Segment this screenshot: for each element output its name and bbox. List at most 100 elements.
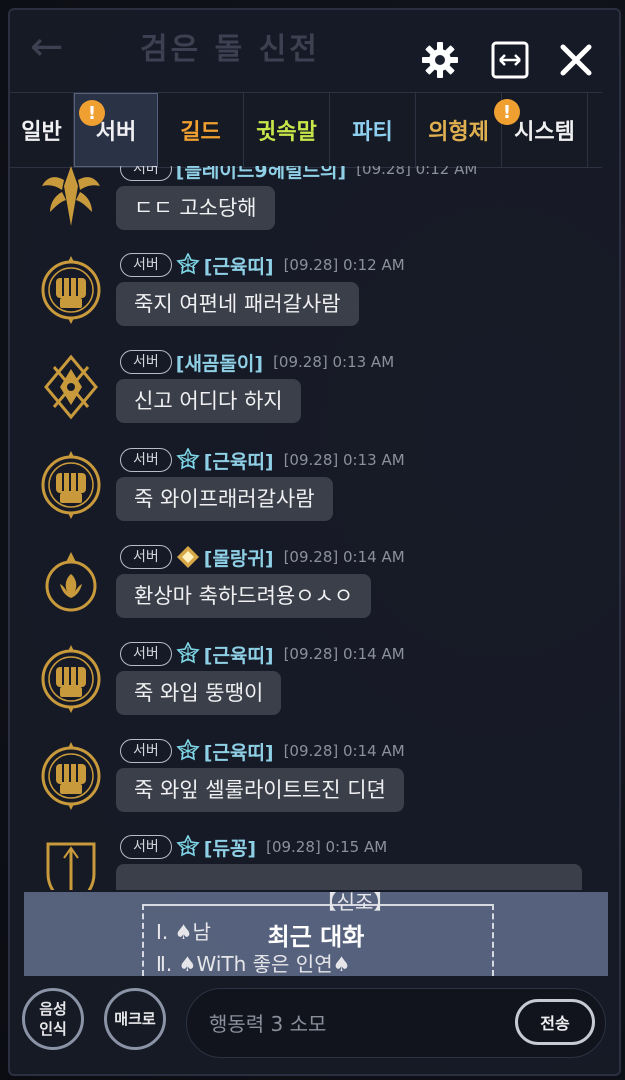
back-arrow-icon[interactable]: ← [30, 24, 64, 70]
chat-message[interactable]: 서버 [몰랑귀] [09.28] 0:14 AM 환상마 축하드려용ㅇㅅㅇ [14, 544, 604, 642]
sender-name[interactable]: [근육띠] [204, 252, 274, 279]
server-badge: 서버 [120, 545, 172, 569]
chat-message[interactable]: 서버 [근육띠] [09.28] 0:13 AM 죽 와이프래러갈사람 [14, 447, 604, 545]
message-timestamp: [09.28] 0:14 AM [283, 548, 405, 566]
notice-title: 【신조】 [316, 890, 394, 914]
message-bubble: 죽 와잎 셀룰라이트트진 디뎐 [116, 768, 404, 812]
chat-message-list[interactable]: 서버 [블레이드9헤럴드의] [09.28] 0:12 AM ㄷㄷ 고소당해 서버 [… [14, 166, 604, 890]
message-meta: 서버 [근육띠] [09.28] 0:13 AM [120, 447, 405, 473]
send-label: 전송 [540, 1014, 570, 1033]
recent-conversation-label: 최근 대화 [267, 922, 365, 951]
tab-label: 의형제 [428, 120, 489, 145]
shield-emblem-icon[interactable] [36, 834, 106, 890]
sender-name[interactable]: [몰랑귀] [204, 544, 274, 571]
notice-line-1: Ⅰ. ♠남 [156, 920, 211, 944]
server-badge: 서버 [120, 739, 172, 763]
close-button[interactable] [554, 38, 598, 82]
message-meta: 서버 [듀꽁] [09.28] 0:15 AM [120, 834, 387, 860]
tab-alert-badge: ! [494, 99, 520, 125]
fist-emblem-icon[interactable] [36, 252, 106, 332]
chat-input[interactable] [207, 1003, 501, 1045]
message-bubble: 죽 와입 뚱땡이 [116, 671, 282, 715]
chat-channel-tabs: 일반 서버! 길드 귓속말 파티 의형제 시스템! [10, 92, 602, 168]
dragon-emblem-icon[interactable] [36, 166, 106, 236]
tab-5[interactable]: 의형제 [416, 93, 502, 167]
chat-message[interactable]: 서버 [블레이드9헤럴드의] [09.28] 0:12 AM ㄷㄷ 고소당해 [14, 166, 604, 254]
message-timestamp: [09.28] 0:12 AM [283, 256, 405, 274]
settings-button[interactable] [418, 38, 462, 82]
message-timestamp: [09.28] 0:12 AM [356, 166, 478, 178]
fist-emblem-icon[interactable] [36, 738, 106, 818]
message-timestamp: [09.28] 0:13 AM [273, 353, 395, 371]
sender-name[interactable]: [근육띠] [204, 641, 274, 668]
message-timestamp: [09.28] 0:13 AM [283, 451, 405, 469]
sender-name[interactable]: [새곰돌이] [176, 349, 263, 376]
voice-recognition-button[interactable]: 음성 인식 [22, 988, 84, 1050]
crystal-rank-icon [176, 253, 200, 277]
crystal-rank-icon [176, 448, 200, 472]
flower-emblem-icon[interactable] [36, 544, 106, 624]
message-bubble: 환상마 축하드려용ㅇㅅㅇ [116, 574, 372, 618]
sender-name[interactable]: [블레이드9헤럴드의] [176, 166, 346, 183]
tab-3[interactable]: 귓속말 [244, 93, 330, 167]
server-badge: 서버 [120, 835, 172, 859]
message-meta: 서버 [근육띠] [09.28] 0:14 AM [120, 641, 405, 667]
server-badge: 서버 [120, 350, 172, 374]
tab-label: 일반 [21, 120, 62, 145]
server-badge: 서버 [120, 642, 172, 666]
crossed-blades-emblem-icon[interactable] [36, 349, 106, 429]
chat-message[interactable]: 서버 [근육띠] [09.28] 0:14 AM 죽 와입 뚱땡이 [14, 641, 604, 739]
gold-diamond-rank-icon [176, 545, 200, 569]
tab-0[interactable]: 일반 [10, 93, 74, 167]
chat-input-bar: 음성 인식 매크로 전송 [8, 978, 621, 1076]
page-title: 검은 돌 신전 [140, 32, 320, 67]
tab-label: 파티 [352, 120, 393, 145]
chat-message[interactable]: 서버 [새곰돌이] [09.28] 0:13 AM 신고 어디다 하지 [14, 349, 604, 447]
expand-button[interactable] [488, 38, 532, 82]
tab-6[interactable]: 시스템! [494, 93, 588, 167]
chat-message[interactable]: 서버 [듀꽁] [09.28] 0:15 AM [14, 834, 604, 890]
message-meta: 서버 [근육띠] [09.28] 0:14 AM [120, 738, 405, 764]
notice-line-2: Ⅱ. ♠WiTh 좋은 인연♠ [156, 952, 351, 976]
tab-alert-badge: ! [79, 100, 105, 126]
tab-label: 시스템 [514, 120, 575, 145]
tab-label: 길드 [180, 120, 221, 145]
message-timestamp: [09.28] 0:14 AM [283, 742, 405, 760]
message-bubble: 죽지 여편네 패러갈사람 [116, 282, 359, 326]
message-bubble: 신고 어디다 하지 [116, 379, 301, 423]
tab-2[interactable]: 길드 [158, 93, 244, 167]
tab-1[interactable]: 서버! [74, 93, 158, 167]
server-badge: 서버 [120, 448, 172, 472]
chat-message[interactable]: 서버 [근육띠] [09.28] 0:12 AM 죽지 여편네 패러갈사람 [14, 252, 604, 350]
sender-name[interactable]: [듀꽁] [204, 834, 256, 861]
message-timestamp: [09.28] 0:14 AM [283, 645, 405, 663]
chat-input-wrapper: 전송 [186, 988, 606, 1058]
macro-button[interactable]: 매크로 [104, 988, 166, 1050]
message-meta: 서버 [몰랑귀] [09.28] 0:14 AM [120, 544, 405, 570]
crystal-rank-icon [176, 642, 200, 666]
voice-label-line1: 음성 [39, 1000, 67, 1018]
tab-label: 귓속말 [256, 120, 317, 145]
message-bubble: 죽 와이프래러갈사람 [116, 477, 333, 521]
close-icon [560, 44, 592, 76]
message-timestamp: [09.28] 0:15 AM [266, 838, 388, 856]
crystal-rank-icon [176, 739, 200, 763]
gear-icon [422, 42, 458, 78]
fist-emblem-icon[interactable] [36, 447, 106, 527]
fist-emblem-icon[interactable] [36, 641, 106, 721]
server-badge: 서버 [120, 253, 172, 277]
send-button[interactable]: 전송 [515, 999, 595, 1045]
recent-conversation-bar[interactable]: 【신조】 Ⅰ. ♠남 Ⅱ. ♠WiTh 좋은 인연♠ 최근 대화 [24, 890, 608, 976]
sender-name[interactable]: [근육띠] [204, 738, 274, 765]
message-meta: 서버 [새곰돌이] [09.28] 0:13 AM [120, 349, 394, 375]
sender-name[interactable]: [근육띠] [204, 447, 274, 474]
chat-message[interactable]: 서버 [근육띠] [09.28] 0:14 AM 죽 와잎 셀룰라이트트진 디뎐 [14, 738, 604, 836]
server-badge: 서버 [120, 166, 172, 181]
crystal-rank-icon [176, 835, 200, 859]
macro-label: 매크로 [114, 1010, 156, 1028]
expand-horizontal-icon [491, 41, 529, 79]
tab-4[interactable]: 파티 [330, 93, 416, 167]
message-meta: 서버 [블레이드9헤럴드의] [09.28] 0:12 AM [120, 166, 477, 182]
message-bubble: ㄷㄷ 고소당해 [116, 186, 275, 230]
message-meta: 서버 [근육띠] [09.28] 0:12 AM [120, 252, 405, 278]
